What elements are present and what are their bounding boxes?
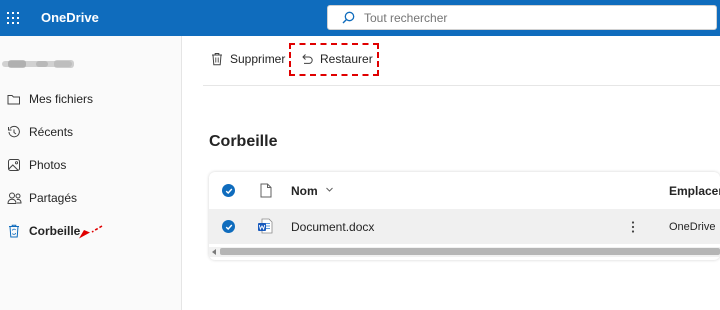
command-bar: Supprimer Restaurer bbox=[182, 36, 720, 86]
sidebar-item-my-files[interactable]: Mes fichiers bbox=[0, 85, 180, 113]
column-header-name[interactable]: Nom bbox=[291, 184, 318, 198]
recycle-bin-icon bbox=[6, 223, 22, 239]
sidebar-item-photos[interactable]: Photos bbox=[0, 151, 180, 179]
select-all-checkbox[interactable] bbox=[222, 184, 235, 197]
sidebar-item-label: Corbeille bbox=[29, 224, 81, 238]
account-name-blurred bbox=[2, 60, 74, 68]
sidebar-item-label: Partagés bbox=[29, 191, 78, 205]
file-name[interactable]: Document.docx bbox=[291, 220, 374, 234]
search-icon bbox=[342, 11, 355, 24]
folder-icon bbox=[6, 91, 22, 107]
sidebar-item-label: Photos bbox=[29, 158, 67, 172]
checkmark-icon bbox=[225, 188, 232, 194]
history-icon bbox=[6, 124, 22, 140]
file-table: Nom Emplacem Document.docx OneDrive bbox=[209, 172, 720, 260]
sidebar-item-label: Récents bbox=[29, 125, 74, 139]
table-header: Nom Emplacem bbox=[209, 172, 720, 208]
column-header-location[interactable]: Emplacem bbox=[669, 184, 720, 198]
toolbar-divider bbox=[203, 85, 720, 86]
file-type-icon[interactable] bbox=[260, 183, 272, 198]
checkmark-icon bbox=[225, 224, 232, 230]
app-launcher-icon[interactable] bbox=[7, 12, 19, 24]
sidebar-item-shared[interactable]: Partagés bbox=[0, 184, 180, 212]
chevron-down-icon[interactable] bbox=[325, 185, 334, 194]
scroll-left-arrow-icon[interactable] bbox=[212, 249, 216, 255]
search-box[interactable] bbox=[327, 5, 717, 30]
trash-icon bbox=[210, 52, 224, 66]
sidebar: Mes fichiers Récents Photos Partagés Cor… bbox=[0, 36, 182, 310]
photo-icon bbox=[6, 157, 22, 173]
more-options-icon[interactable] bbox=[625, 219, 641, 235]
app-title[interactable]: OneDrive bbox=[41, 10, 99, 25]
search-input[interactable] bbox=[364, 11, 664, 25]
sidebar-item-recent[interactable]: Récents bbox=[0, 118, 180, 146]
row-checkbox[interactable] bbox=[222, 220, 235, 233]
top-bar: OneDrive bbox=[0, 0, 720, 36]
page-title: Corbeille bbox=[209, 133, 278, 150]
sidebar-item-label: Mes fichiers bbox=[29, 92, 94, 106]
word-document-icon bbox=[258, 218, 273, 234]
file-location: OneDrive bbox=[669, 221, 716, 233]
people-icon bbox=[6, 190, 22, 206]
restore-highlight-box bbox=[289, 43, 379, 76]
table-row[interactable]: Document.docx OneDrive bbox=[209, 209, 720, 244]
horizontal-scrollbar[interactable] bbox=[209, 247, 720, 257]
scrollbar-thumb[interactable] bbox=[220, 248, 720, 255]
delete-button[interactable]: Supprimer bbox=[210, 52, 285, 66]
delete-button-label: Supprimer bbox=[230, 52, 286, 66]
annotation-arrow bbox=[79, 225, 103, 239]
